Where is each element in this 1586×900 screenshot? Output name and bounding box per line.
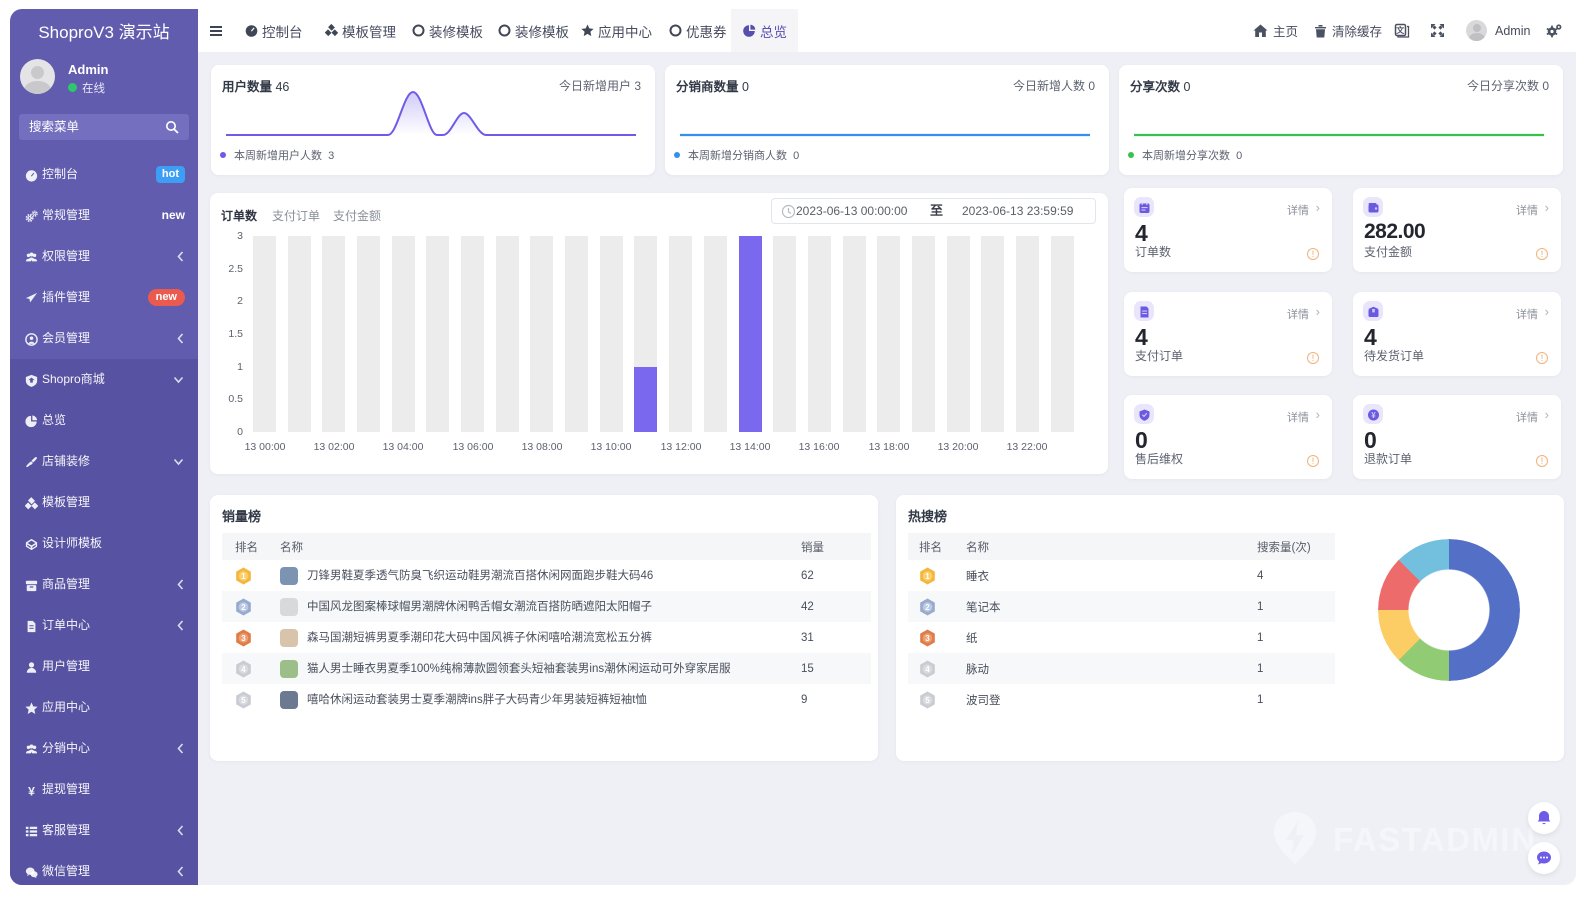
svg-text:1: 1 bbox=[241, 571, 246, 580]
svg-text:5: 5 bbox=[925, 695, 930, 704]
svg-text:5: 5 bbox=[241, 695, 246, 704]
svg-text:2: 2 bbox=[925, 602, 930, 611]
svg-text:2: 2 bbox=[241, 602, 246, 611]
svg-text:4: 4 bbox=[925, 664, 930, 673]
svg-text:4: 4 bbox=[241, 664, 246, 673]
svg-text:¥: ¥ bbox=[1371, 411, 1376, 420]
svg-text:3: 3 bbox=[925, 633, 930, 642]
svg-text:1: 1 bbox=[925, 571, 930, 580]
svg-text:¥: ¥ bbox=[28, 784, 35, 797]
svg-text:文: 文 bbox=[1396, 25, 1405, 35]
svg-text:3: 3 bbox=[241, 633, 246, 642]
